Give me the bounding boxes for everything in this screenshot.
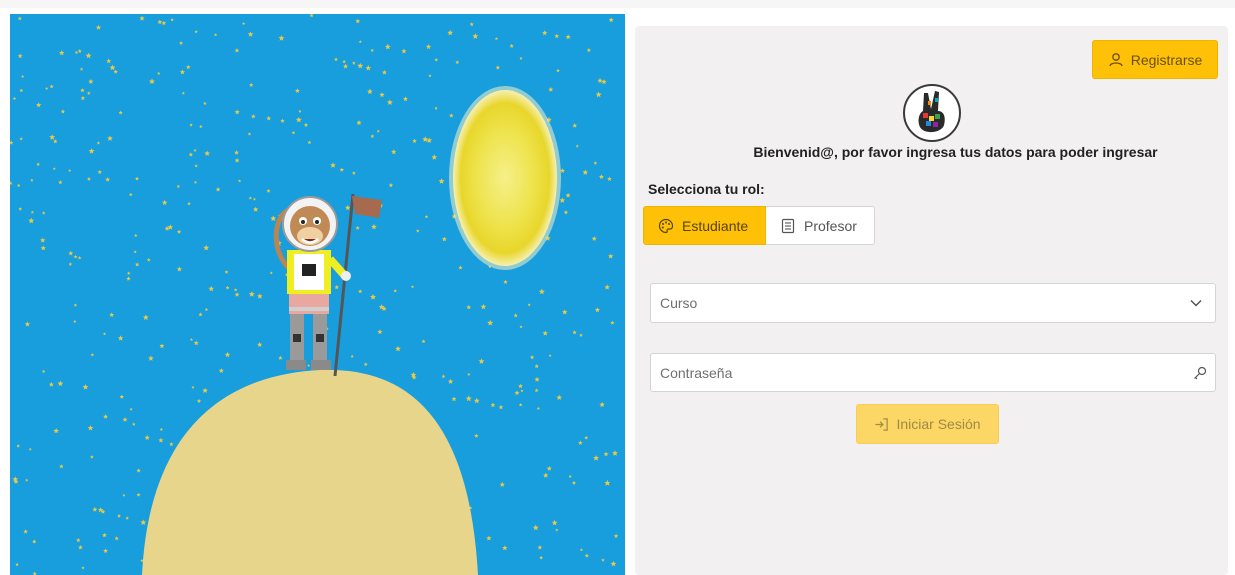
register-button[interactable]: Registrarse [1092,40,1218,79]
user-icon [1109,52,1123,66]
role-selector: Estudiante Profesor [643,206,875,245]
register-label: Registrarse [1130,51,1203,68]
document-icon [781,218,795,233]
login-panel: Registrarse Bienvenid@, por favor ingres… [635,26,1228,575]
login-label: Iniciar Sesión [896,416,981,432]
role-option-label: Estudiante [682,217,749,234]
role-label: Selecciona tu rol: [648,181,765,197]
logo [903,84,961,142]
role-option-profesor[interactable]: Profesor [766,206,875,245]
peace-hand-logo [918,91,945,133]
login-button[interactable]: Iniciar Sesión [856,404,999,444]
course-select-placeholder: Curso [660,295,698,311]
chevron-down-icon [1190,299,1202,307]
top-strip [0,0,1235,8]
course-select[interactable]: Curso [650,283,1216,323]
hero-illustration [10,14,625,575]
role-option-label: Profesor [804,217,857,234]
space-scene [10,14,625,575]
password-input[interactable] [651,354,1185,391]
key-icon[interactable] [1185,365,1215,381]
login-icon [875,417,889,431]
moon [453,90,557,266]
welcome-message: Bienvenid@, por favor ingresa tus datos … [753,144,1158,160]
role-option-estudiante[interactable]: Estudiante [643,206,766,245]
palette-icon [658,218,674,233]
password-field [650,353,1216,392]
